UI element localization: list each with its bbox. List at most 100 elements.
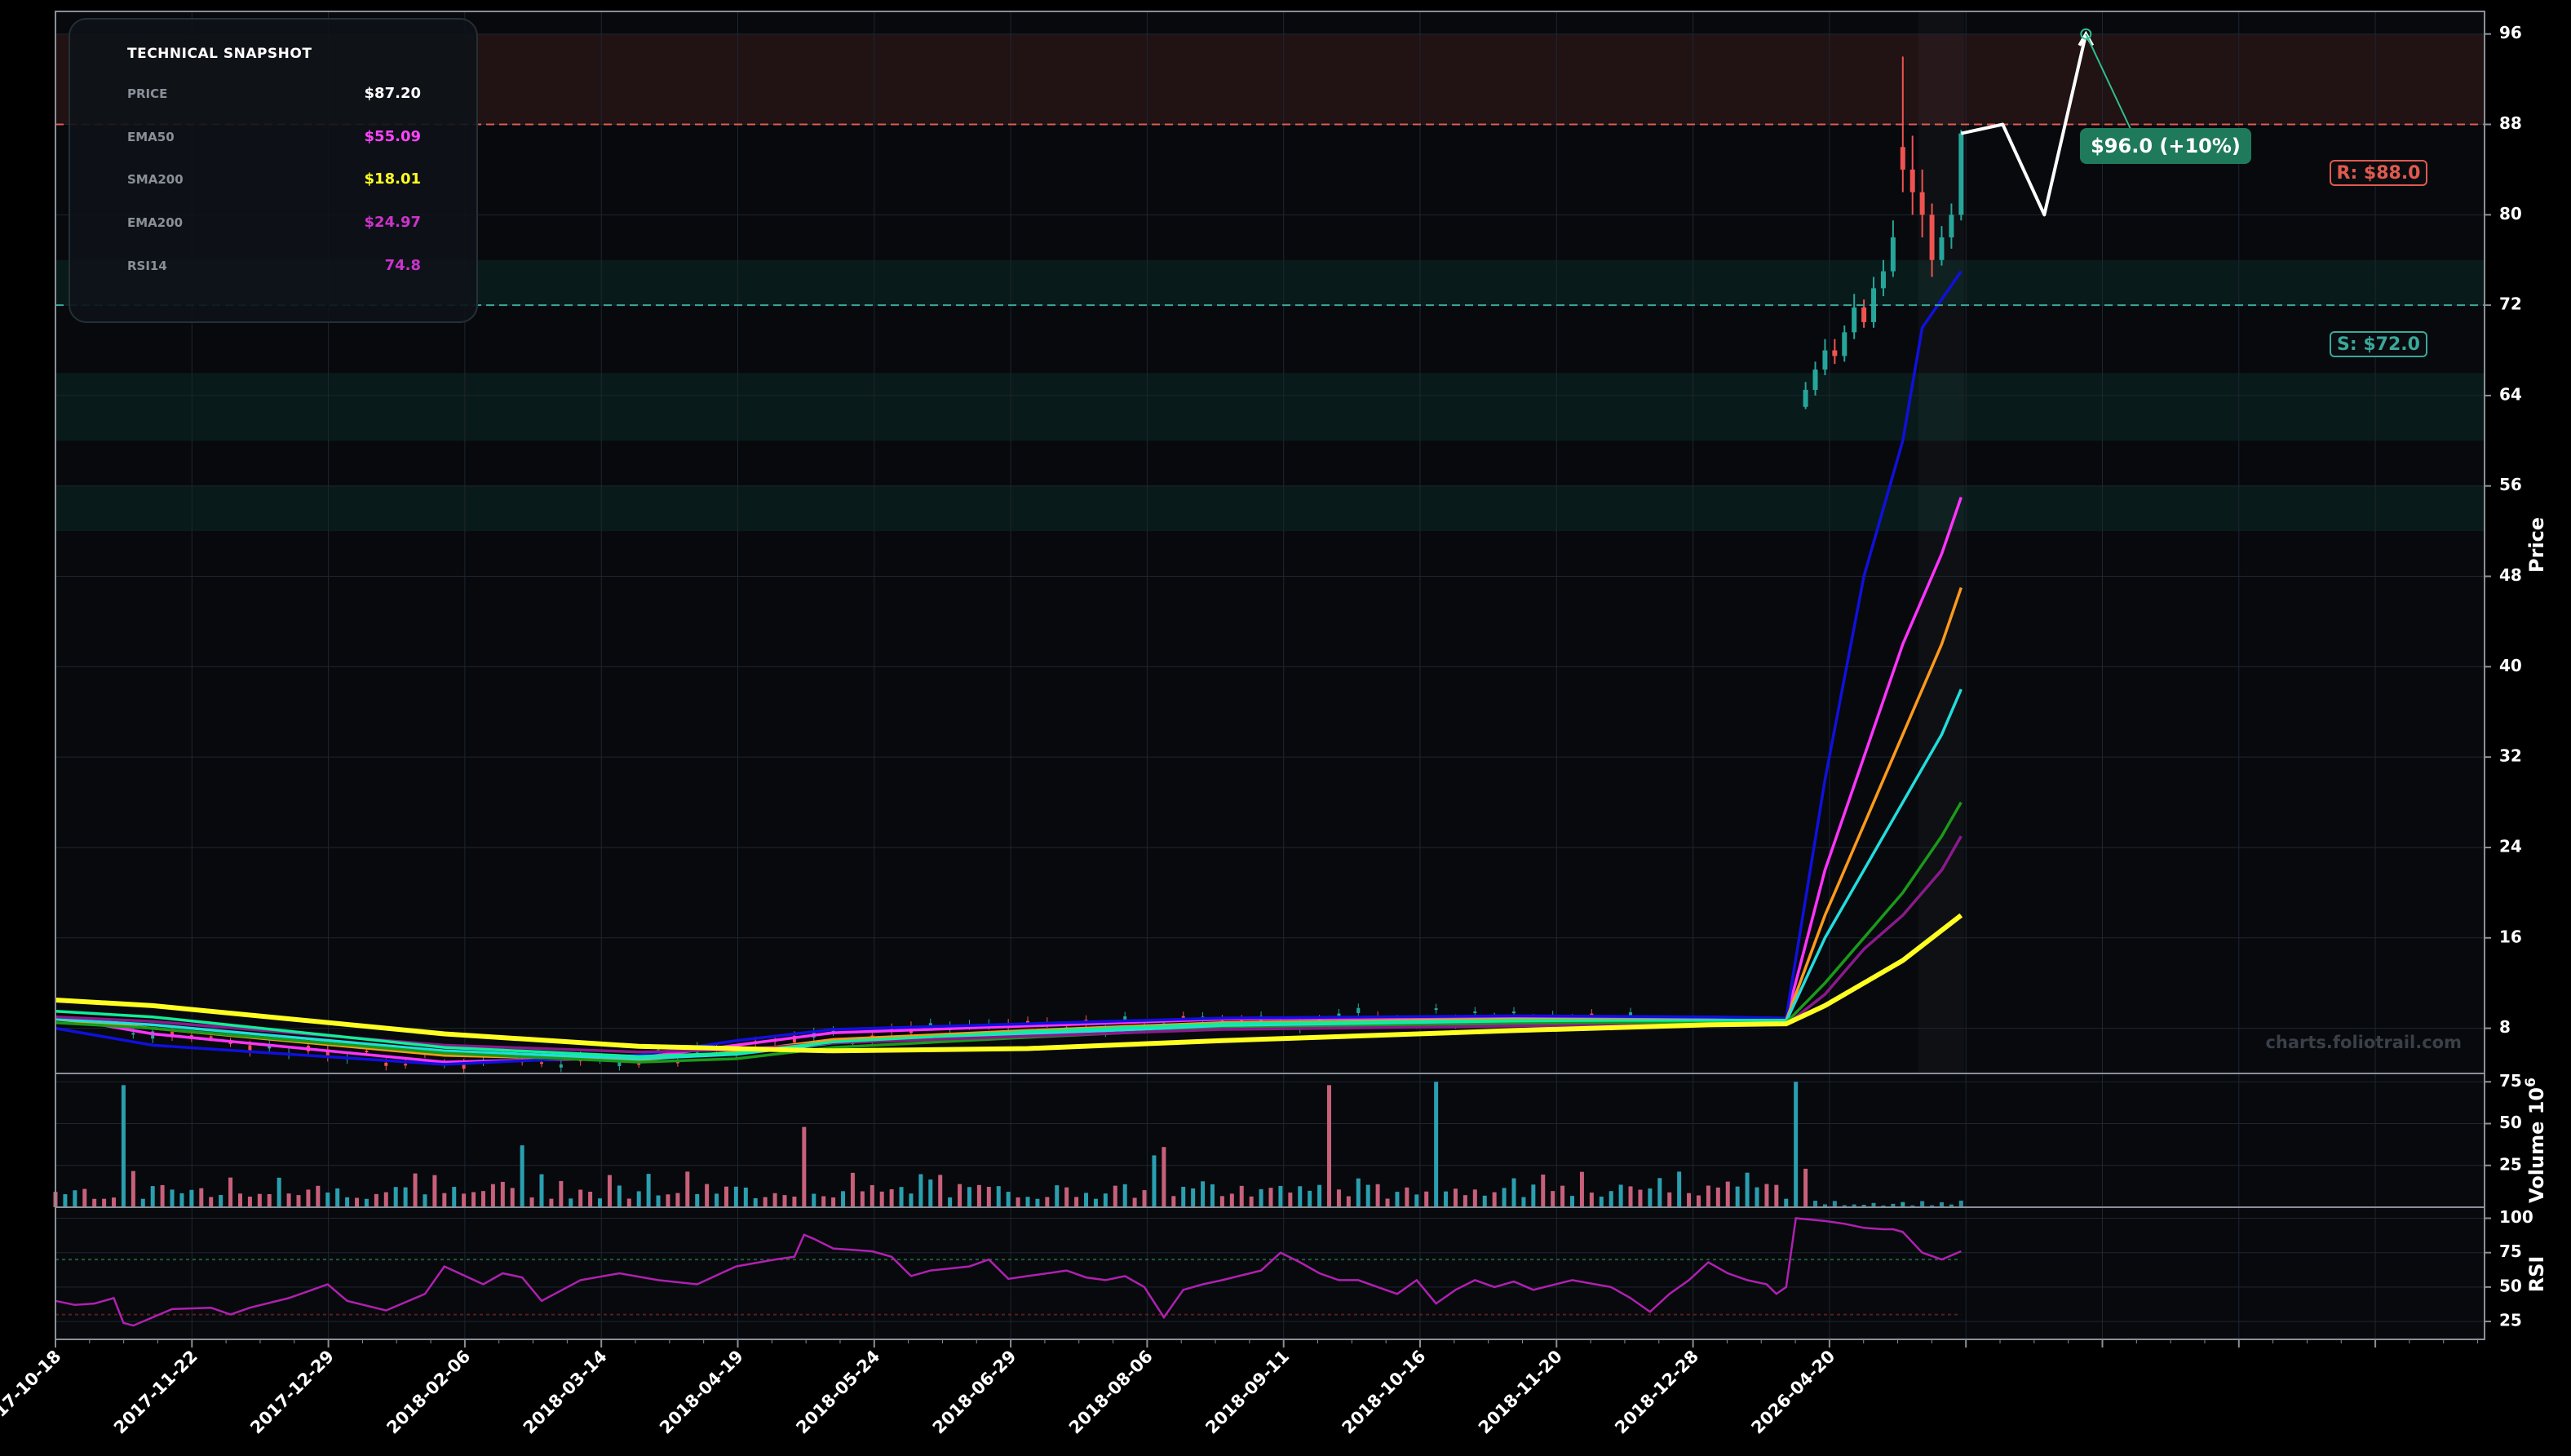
candle-body xyxy=(540,1062,543,1064)
volume-bar xyxy=(355,1197,360,1207)
volume-bar xyxy=(958,1184,962,1207)
volume-bar xyxy=(1171,1196,1176,1207)
candle-body xyxy=(1939,237,1945,260)
volume-tick-label: 25 xyxy=(2499,1154,2522,1174)
volume-bar xyxy=(909,1193,914,1207)
volume-bar xyxy=(996,1186,1001,1207)
volume-bar xyxy=(1064,1187,1069,1207)
x-tick-label: 2026-04-20 xyxy=(1747,1347,1839,1438)
volume-bar xyxy=(1025,1197,1030,1207)
volume-bar xyxy=(656,1195,661,1207)
volume-bar xyxy=(1103,1193,1108,1207)
technical-snapshot-panel: TECHNICAL SNAPSHOT PRICE $87.20 EMA50 $5… xyxy=(69,18,478,323)
volume-bar xyxy=(1278,1185,1283,1207)
volume-bar xyxy=(850,1172,855,1207)
volume-bar xyxy=(1444,1191,1449,1207)
candle-body xyxy=(1123,1016,1127,1020)
volume-bar xyxy=(209,1197,214,1207)
snapshot-label: EMA200 xyxy=(127,215,184,230)
volume-bar xyxy=(1745,1172,1750,1207)
volume-bar xyxy=(1219,1196,1224,1207)
volume-panel-bg xyxy=(55,1073,2485,1207)
volume-bar xyxy=(617,1185,622,1207)
target-badge: $96.0 (+10%) xyxy=(2080,128,2251,164)
volume-bar xyxy=(1336,1189,1341,1207)
rsi-tick-label: 100 xyxy=(2499,1207,2533,1227)
candle-body xyxy=(1822,350,1828,370)
volume-bar xyxy=(403,1187,408,1207)
volume-bar xyxy=(1463,1195,1467,1207)
volume-bar xyxy=(383,1192,388,1207)
volume-bar xyxy=(782,1195,787,1207)
volume-bar xyxy=(1385,1198,1390,1207)
price-axis-title: Price xyxy=(2525,517,2548,573)
volume-bar xyxy=(325,1193,330,1207)
rsi-tick-label: 75 xyxy=(2499,1241,2522,1261)
svg-text:S: $72.0: S: $72.0 xyxy=(2337,334,2420,355)
x-tick-label: 2018-03-14 xyxy=(520,1347,611,1438)
volume-bar xyxy=(1541,1175,1546,1207)
volume-bar xyxy=(1308,1190,1312,1207)
snapshot-row-sma200: SMA200 $18.01 xyxy=(127,170,421,192)
volume-bar xyxy=(889,1188,894,1207)
volume-bar xyxy=(1259,1188,1263,1207)
price-tick-label: 24 xyxy=(2499,836,2522,856)
candle-body xyxy=(1929,215,1935,260)
volume-bar xyxy=(938,1175,943,1207)
volume-bar xyxy=(1434,1082,1439,1207)
snapshot-value: 74.8 xyxy=(384,257,421,274)
volume-bar xyxy=(1638,1189,1643,1207)
volume-bar xyxy=(666,1194,670,1207)
volume-bar xyxy=(763,1197,768,1207)
volume-bar xyxy=(1958,1200,1963,1207)
volume-bar xyxy=(1288,1193,1293,1207)
volume-bar xyxy=(1045,1197,1050,1207)
snapshot-label: SMA200 xyxy=(127,172,184,187)
volume-bar xyxy=(986,1186,991,1207)
candle-body xyxy=(1958,133,1964,215)
volume-bar xyxy=(1482,1195,1487,1207)
volume-bar xyxy=(976,1184,981,1207)
price-tick-label: 96 xyxy=(2499,23,2522,42)
volume-bar xyxy=(1229,1193,1234,1207)
snapshot-label: PRICE xyxy=(127,86,168,101)
snapshot-row-price: PRICE $87.20 xyxy=(127,85,421,106)
candle-body xyxy=(1919,192,1925,215)
volume-bar xyxy=(1191,1188,1196,1207)
candle-body xyxy=(1890,237,1896,272)
volume-bar xyxy=(102,1198,107,1207)
volume-bar xyxy=(1346,1196,1351,1207)
volume-bar xyxy=(772,1193,777,1207)
volume-bar xyxy=(1249,1196,1254,1207)
volume-bar xyxy=(1794,1082,1799,1207)
volume-bar xyxy=(1365,1184,1370,1207)
x-tick-label: 2018-05-24 xyxy=(792,1347,883,1438)
candle-body xyxy=(404,1064,408,1066)
volume-bar xyxy=(1492,1192,1497,1207)
watermark: charts.foliotrail.com xyxy=(2265,1033,2462,1052)
volume-bar xyxy=(1142,1190,1147,1207)
candle-body xyxy=(131,1033,135,1035)
candle-body xyxy=(1861,307,1867,322)
volume-bar xyxy=(432,1175,437,1207)
volume-bar xyxy=(743,1187,748,1207)
x-tick-label: 2018-10-16 xyxy=(1339,1347,1430,1438)
candle-body xyxy=(1434,1008,1438,1011)
volume-bar xyxy=(140,1198,145,1207)
volume-bar xyxy=(753,1197,758,1207)
volume-bar xyxy=(1551,1191,1555,1207)
volume-bar xyxy=(1764,1184,1769,1207)
volume-bar xyxy=(607,1175,612,1207)
volume-bar xyxy=(1405,1187,1409,1207)
candle-body xyxy=(1356,1007,1361,1014)
volume-bar xyxy=(812,1193,816,1207)
volume-bar xyxy=(1667,1192,1672,1207)
volume-bar xyxy=(899,1187,904,1207)
volume-bar xyxy=(588,1192,593,1207)
volume-bar xyxy=(1239,1185,1244,1207)
volume-bar xyxy=(1657,1178,1662,1207)
volume-bar xyxy=(480,1191,485,1207)
volume-bar xyxy=(802,1126,807,1207)
volume-bar xyxy=(471,1192,476,1207)
volume-bar xyxy=(1210,1184,1215,1207)
